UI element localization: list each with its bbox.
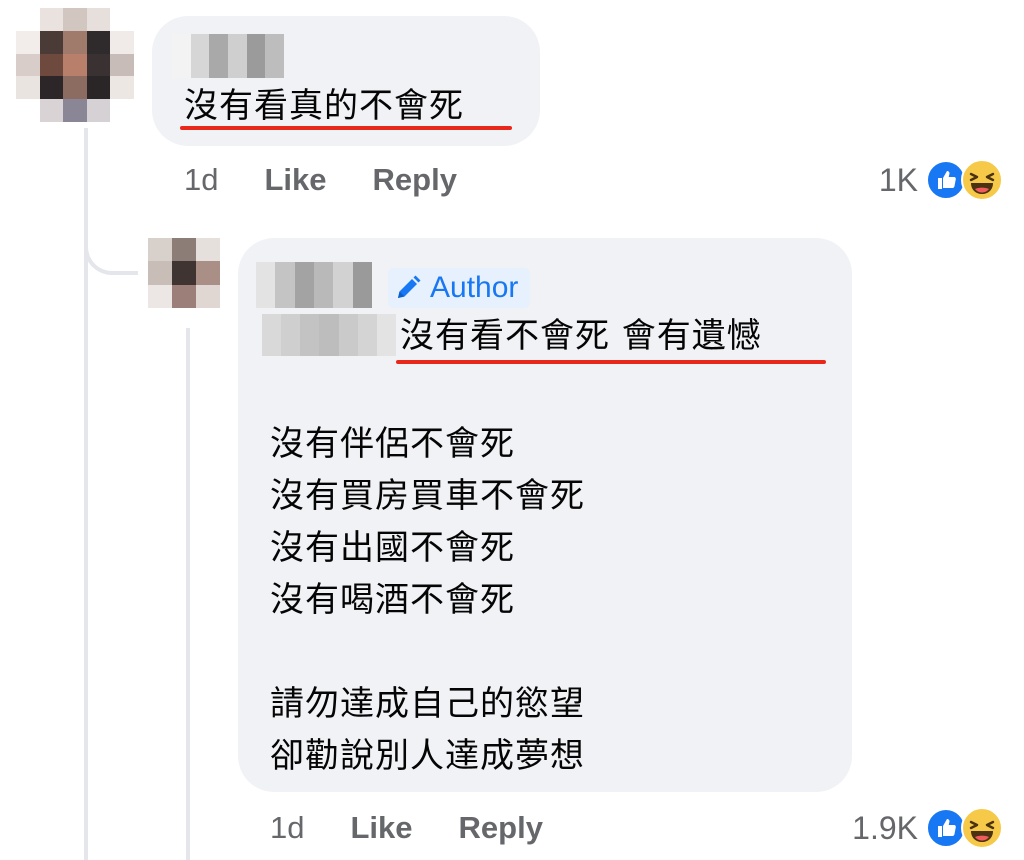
haha-icon [961, 159, 1003, 201]
like-button[interactable]: Like [264, 162, 326, 198]
pixel-block [262, 314, 282, 356]
pixel-block [86, 99, 111, 122]
pixel-block [352, 262, 372, 308]
pixel-block [196, 284, 220, 308]
pixel-block [228, 34, 247, 78]
reaction-summary[interactable]: 1K [879, 158, 1004, 202]
pixel-block [86, 8, 111, 31]
pixel-block [63, 53, 87, 77]
commenter-name-blurred[interactable] [256, 262, 372, 308]
pixel-block [110, 53, 134, 77]
pixel-block [86, 30, 111, 54]
reply-text-line: 請勿達成自己的慾望 [270, 684, 585, 724]
pixel-block [63, 76, 87, 100]
pixel-block [148, 284, 172, 308]
pixel-block [319, 314, 339, 356]
pixel-block [110, 99, 134, 122]
reply-first-line: 沒有看不會死 會有遺憾 [400, 316, 762, 356]
pixel-block [246, 34, 266, 78]
pixel-block [265, 34, 285, 78]
comment-text: 沒有看真的不會死 [184, 86, 464, 126]
pixel-block [300, 314, 320, 356]
pixel-block [39, 53, 64, 77]
author-label: Author [430, 271, 519, 304]
pixel-block [256, 262, 276, 308]
pixel-block [333, 262, 353, 308]
pixel-block [209, 34, 229, 78]
reply-text-line: 沒有伴侶不會死 [270, 424, 515, 464]
red-underline [180, 126, 512, 130]
mentioned-name-blurred[interactable] [262, 314, 396, 356]
reply-text-line: 沒有喝酒不會死 [270, 580, 515, 620]
pixel-block [16, 76, 40, 100]
reply-connector [84, 205, 138, 275]
comment-thread: 沒有看真的不會死 1d Like Reply 1K Author 沒有看不會死 … [0, 0, 1024, 860]
pixel-block [196, 261, 220, 285]
pixel-block [110, 76, 134, 100]
pixel-block [110, 8, 134, 31]
pixel-block [294, 262, 314, 308]
reaction-count: 1.9K [852, 809, 918, 846]
author-badge: Author [388, 268, 531, 308]
pixel-block [190, 34, 210, 78]
haha-icon [961, 807, 1003, 849]
pixel-block [39, 30, 64, 54]
pixel-block [281, 314, 301, 356]
reaction-summary[interactable]: 1.9K [852, 806, 1004, 850]
pixel-block [357, 314, 377, 356]
pixel-block [39, 8, 64, 31]
pixel-block [39, 99, 64, 122]
blank-line [270, 626, 585, 678]
reply-timestamp[interactable]: 1d [270, 810, 304, 846]
like-button[interactable]: Like [350, 810, 412, 846]
pixel-block [338, 314, 358, 356]
pixel-block [16, 99, 40, 122]
pixel-block [110, 30, 134, 54]
pixel-block [172, 261, 196, 285]
pixel-block [63, 99, 87, 122]
reply-text-lines: 沒有伴侶不會死 沒有買房買車不會死 沒有出國不會死 沒有喝酒不會死 請勿達成自己… [270, 418, 585, 782]
reply-text-line: 沒有買房買車不會死 [270, 476, 585, 516]
pixel-block [275, 262, 295, 308]
pixel-block [86, 53, 111, 77]
reply-text-line: 卻勸說別人達成夢想 [270, 736, 585, 776]
commenter-name-blurred[interactable] [172, 34, 285, 78]
pixel-block [86, 76, 111, 100]
pixel-block [376, 314, 396, 356]
pixel-block [148, 238, 172, 262]
pixel-block [16, 30, 40, 54]
pixel-block [313, 262, 334, 308]
pixel-block [148, 261, 172, 285]
pixel-block [63, 8, 87, 31]
pixel-block [16, 8, 40, 31]
pixel-block [16, 53, 40, 77]
reply-thread-line [186, 328, 190, 860]
pen-icon [394, 274, 422, 302]
pixel-block [39, 76, 64, 100]
pixel-block [63, 30, 87, 54]
reaction-icons [926, 806, 1004, 850]
pixel-block [172, 34, 191, 78]
reply-actions: 1d Like Reply [270, 810, 589, 846]
reply-button[interactable]: Reply [459, 810, 543, 846]
comment-timestamp[interactable]: 1d [184, 162, 218, 198]
pixel-block [172, 238, 196, 262]
pixel-block [172, 284, 196, 308]
red-underline [396, 360, 826, 364]
reaction-count: 1K [878, 161, 918, 198]
reply-text-line: 沒有出國不會死 [270, 528, 515, 568]
pixel-block [196, 238, 220, 262]
avatar[interactable] [148, 238, 220, 308]
reaction-icons [926, 158, 1004, 202]
avatar[interactable] [16, 8, 134, 122]
comment-actions: 1d Like Reply [184, 162, 503, 198]
reply-button[interactable]: Reply [373, 162, 457, 198]
